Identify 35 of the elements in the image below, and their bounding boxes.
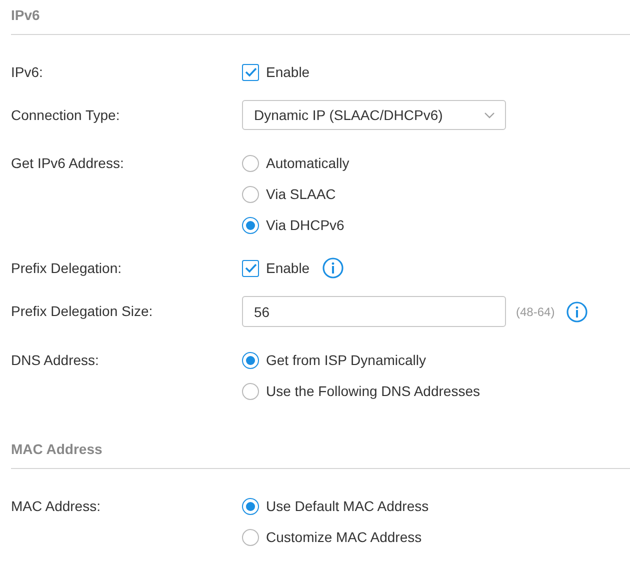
info-icon[interactable]	[566, 300, 588, 322]
field-label: Get IPv6 Address:	[11, 154, 124, 172]
radio-label[interactable]: Get from ISP Dynamically	[266, 350, 426, 370]
section-title: IPv6	[11, 7, 40, 23]
info-icon[interactable]	[322, 257, 344, 279]
radio-label[interactable]: Customize MAC Address	[266, 526, 422, 548]
radio-label[interactable]: Automatically	[266, 152, 350, 174]
field-label: MAC Address:	[11, 496, 100, 516]
radio-button[interactable]	[242, 528, 259, 546]
check-icon	[244, 263, 256, 273]
radio-button[interactable]	[242, 154, 259, 172]
field-label: IPv6:	[11, 62, 43, 82]
radio-button[interactable]	[242, 382, 259, 400]
range-hint: (48-64)	[516, 304, 555, 320]
radio-label[interactable]: Via SLAAC	[266, 184, 336, 204]
checkbox-label[interactable]: Enable	[266, 62, 310, 82]
radio-label[interactable]: Use the Following DNS Addresses	[266, 380, 480, 402]
checkbox-label[interactable]: Enable	[266, 258, 310, 278]
field-label: Prefix Delegation:	[11, 258, 122, 278]
radio-label[interactable]: Use Default MAC Address	[266, 496, 429, 516]
radio-button[interactable]	[242, 186, 259, 202]
radio-button[interactable]	[242, 216, 259, 234]
chevron-down-icon	[484, 112, 495, 118]
radio-button[interactable]	[242, 352, 259, 368]
radio-button[interactable]	[242, 498, 259, 514]
check-icon	[244, 67, 256, 77]
connection-type-dropdown[interactable]: Dynamic IP (SLAAC/DHCPv6)	[242, 100, 506, 130]
prefix-size-field[interactable]: 56	[242, 296, 506, 327]
section-title: MAC Address	[11, 441, 102, 457]
radio-label[interactable]: Via DHCPv6	[266, 214, 344, 236]
field-label: Prefix Delegation Size:	[11, 302, 153, 321]
checkbox[interactable]	[242, 64, 259, 80]
field-label: Connection Type:	[11, 106, 120, 125]
checkbox[interactable]	[242, 260, 259, 276]
field-label: DNS Address:	[11, 350, 99, 370]
